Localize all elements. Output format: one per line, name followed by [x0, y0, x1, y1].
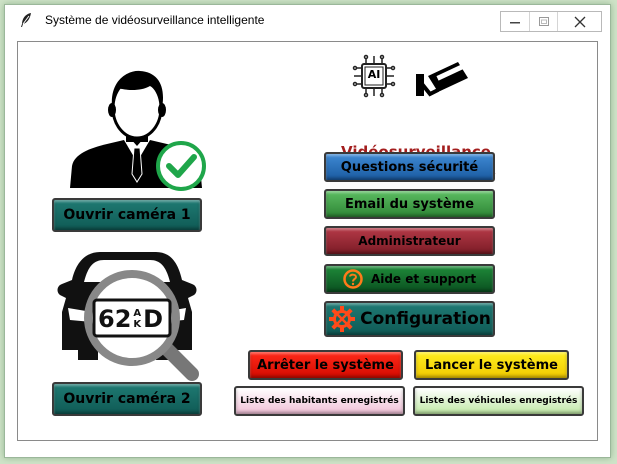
maximize-icon[interactable] [529, 12, 557, 31]
app-window: Système de vidéosurveillance intelligent… [4, 4, 611, 458]
open-camera-2-button[interactable]: Ouvrir caméra 2 [52, 382, 202, 416]
help-support-label: Aide et support [370, 272, 477, 286]
minimize-icon[interactable] [501, 12, 529, 31]
help-support-button[interactable]: Aide et support [324, 264, 495, 294]
plate-digits: 62 [98, 305, 132, 333]
plate-letter-bottom: K [133, 319, 142, 330]
administrator-label: Administrateur [358, 234, 461, 248]
title-bar: Système de vidéosurveillance intelligent… [5, 5, 610, 35]
start-system-label: Lancer le système [425, 357, 558, 373]
plate-small-letters: A K [133, 308, 141, 330]
system-email-label: Email du système [344, 196, 475, 212]
vehicles-list-label: Liste des véhicules enregistrés [419, 396, 578, 406]
window-title: Système de vidéosurveillance intelligent… [45, 13, 265, 27]
open-camera-1-label: Ouvrir caméra 1 [63, 207, 191, 223]
plate-number: 62 A K D [98, 304, 163, 334]
administrator-button[interactable]: Administrateur [324, 226, 495, 256]
open-camera-1-button[interactable]: Ouvrir caméra 1 [52, 198, 202, 232]
close-icon[interactable] [557, 12, 601, 31]
start-system-button[interactable]: Lancer le système [414, 350, 569, 380]
ai-chip-icon: AI [352, 54, 396, 98]
security-questions-label: Questions sécurité [340, 159, 479, 175]
window-controls [500, 11, 602, 32]
residents-list-button[interactable]: Liste des habitants enregistrés [234, 386, 405, 416]
configuration-label: Configuration [360, 309, 491, 329]
vehicles-list-button[interactable]: Liste des véhicules enregistrés [413, 386, 584, 416]
system-email-button[interactable]: Email du système [324, 189, 495, 219]
plate-letter-top: A [133, 308, 142, 319]
open-camera-2-label: Ouvrir caméra 2 [63, 391, 191, 407]
stop-system-button[interactable]: Arrêter le système [248, 350, 403, 380]
residents-list-label: Liste des habitants enregistrés [240, 396, 399, 406]
security-questions-button[interactable]: Questions sécurité [324, 152, 495, 182]
help-icon [343, 269, 363, 289]
feather-icon [15, 9, 37, 31]
ai-chip-label: AI [367, 68, 381, 81]
check-icon [155, 140, 207, 192]
security-camera-icon [412, 56, 472, 100]
gear-icon [328, 305, 356, 333]
main-canvas: Ouvrir caméra 1 62 A K D Ouvrir caméra 2… [17, 41, 598, 441]
plate-big-letter: D [143, 305, 164, 333]
stop-system-label: Arrêter le système [257, 357, 394, 373]
configuration-button[interactable]: Configuration [324, 301, 495, 337]
